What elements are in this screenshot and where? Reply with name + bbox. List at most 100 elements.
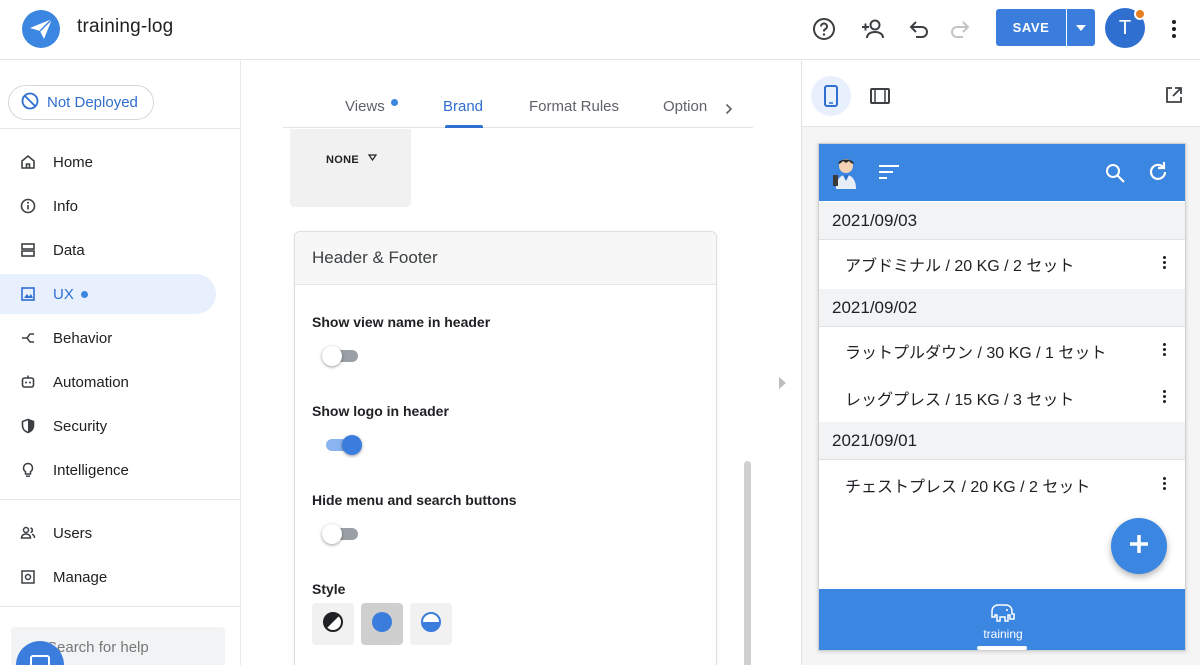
sidebar-item-label: Behavior: [53, 329, 113, 347]
show-logo-toggle[interactable]: [322, 433, 362, 457]
save-button[interactable]: SAVE: [996, 9, 1066, 46]
chevron-right-icon[interactable]: [725, 102, 733, 118]
sidebar-item-label: Automation: [53, 373, 129, 391]
sidebar-item-label: Data: [53, 241, 85, 259]
save-dropdown-icon[interactable]: [1067, 9, 1095, 46]
app-logo-mascot-icon: [831, 155, 861, 189]
style-contrast-button[interactable]: [312, 603, 354, 645]
tab-brand[interactable]: Brand: [443, 98, 483, 115]
users-icon: [20, 525, 36, 541]
more-vert-icon[interactable]: [1163, 256, 1166, 269]
plus-icon: [1128, 533, 1150, 560]
redo-icon[interactable]: [947, 16, 973, 42]
views-unsaved-dot: [391, 99, 398, 106]
sidebar-item-label: Intelligence: [53, 461, 129, 479]
ux-tabs: Views Brand Format Rules Option: [283, 90, 753, 128]
list-item[interactable]: レッグプレス / 15 KG / 3 セット: [819, 375, 1185, 421]
sidebar-item-ux[interactable]: UX: [0, 274, 216, 314]
list-item-label: アブドミナル / 20 KG / 2 セット: [845, 258, 1075, 275]
half-circle-icon: [420, 611, 442, 638]
more-vert-icon[interactable]: [1163, 343, 1166, 356]
refresh-icon[interactable]: [1147, 161, 1169, 188]
shield-icon: [20, 418, 36, 434]
add-person-icon[interactable]: [860, 16, 886, 42]
lightbulb-icon: [20, 462, 36, 478]
sidebar-item-label: Security: [53, 417, 108, 435]
show-view-name-label: Show view name in header: [312, 314, 491, 330]
hide-menu-search-label: Hide menu and search buttons: [312, 492, 517, 508]
more-vert-icon[interactable]: [1163, 477, 1166, 490]
list-item[interactable]: ラットプルダウン / 30 KG / 1 セット: [819, 328, 1185, 374]
show-view-name-toggle[interactable]: [322, 344, 362, 368]
help-chat-button[interactable]: [16, 641, 64, 665]
add-fab-button[interactable]: [1111, 518, 1167, 574]
filled-circle-icon: [371, 611, 393, 638]
phone-preview-icon[interactable]: [811, 76, 851, 116]
sidebar-item-label: UX: [53, 285, 74, 303]
manage-icon: [20, 569, 36, 585]
behavior-icon: [20, 330, 36, 346]
list-item-label: チェストプレス / 20 KG / 2 セット: [845, 479, 1091, 496]
elephant-icon: [990, 603, 1016, 628]
logo-select-value: NONE: [326, 154, 359, 166]
list-item[interactable]: アブドミナル / 20 KG / 2 セット: [819, 241, 1185, 287]
undo-icon[interactable]: [906, 16, 932, 42]
group-header-date: 2021/09/01: [819, 422, 1185, 460]
unsaved-changes-dot: [80, 290, 88, 298]
caret-down-icon: [367, 153, 378, 163]
divider: [0, 499, 240, 500]
sidebar-item-users[interactable]: Users: [0, 513, 216, 553]
group-header-date: 2021/09/03: [819, 202, 1185, 240]
list-item[interactable]: チェストプレス / 20 KG / 2 セット: [819, 462, 1185, 508]
preview-bottom-nav[interactable]: training: [819, 589, 1185, 650]
card-title: Header & Footer: [312, 248, 438, 267]
tab-format-rules[interactable]: Format Rules: [529, 98, 619, 115]
data-icon: [20, 242, 36, 258]
home-indicator: [977, 646, 1027, 650]
top-bar: training-log SAVE T: [0, 0, 1200, 60]
list-item-label: レッグプレス / 15 KG / 3 セット: [845, 392, 1075, 409]
sidebar-item-label: Manage: [53, 568, 108, 586]
sidebar-item-label: Users: [53, 524, 93, 542]
deploy-status-label: Not Deployed: [47, 94, 138, 111]
tab-views[interactable]: Views: [345, 98, 385, 115]
sidebar-item-manage[interactable]: Manage: [0, 557, 216, 597]
phone-preview: 2021/09/03 アブドミナル / 20 KG / 2 セット 2021/0…: [818, 143, 1186, 651]
sort-menu-icon[interactable]: [879, 164, 899, 185]
sidebar-item-label: Home: [53, 153, 94, 171]
collapse-panel-icon[interactable]: [779, 377, 786, 389]
sidebar-item-home[interactable]: Home: [0, 142, 216, 182]
show-logo-label: Show logo in header: [312, 403, 449, 419]
sidebar-item-info[interactable]: Info: [0, 186, 216, 226]
bottom-nav-label: training: [983, 627, 1023, 641]
sidebar-item-intelligence[interactable]: Intelligence: [0, 450, 216, 490]
preview-toolbar: [802, 61, 1200, 127]
help-icon[interactable]: [811, 16, 837, 42]
list-item-label: ラットプルダウン / 30 KG / 1 セット: [845, 345, 1107, 362]
sidebar-item-security[interactable]: Security: [0, 406, 216, 446]
preview-app-header: [819, 144, 1185, 201]
style-label: Style: [312, 581, 346, 597]
scrollbar[interactable]: [744, 461, 751, 665]
deploy-status-chip[interactable]: Not Deployed: [8, 85, 154, 120]
sidebar-item-data[interactable]: Data: [0, 230, 216, 270]
sidebar-item-behavior[interactable]: Behavior: [0, 318, 216, 358]
logo-select[interactable]: NONE: [290, 129, 411, 207]
notification-dot: [1134, 8, 1146, 20]
sidebar-item-automation[interactable]: Automation: [0, 362, 216, 402]
info-icon: [20, 198, 36, 214]
ux-icon: [20, 286, 36, 302]
more-vert-icon[interactable]: [1166, 16, 1182, 42]
style-filled-button[interactable]: [361, 603, 403, 645]
app-title: training-log: [77, 16, 174, 37]
not-deployed-icon: [21, 92, 39, 114]
automation-icon: [20, 374, 36, 390]
hide-menu-search-toggle[interactable]: [322, 522, 362, 546]
tablet-preview-icon[interactable]: [860, 76, 900, 116]
more-vert-icon[interactable]: [1163, 390, 1166, 403]
open-in-new-icon[interactable]: [1165, 86, 1183, 109]
style-half-button[interactable]: [410, 603, 452, 645]
search-icon[interactable]: [1105, 163, 1125, 188]
divider: [0, 606, 240, 607]
tab-option[interactable]: Option: [663, 98, 707, 115]
